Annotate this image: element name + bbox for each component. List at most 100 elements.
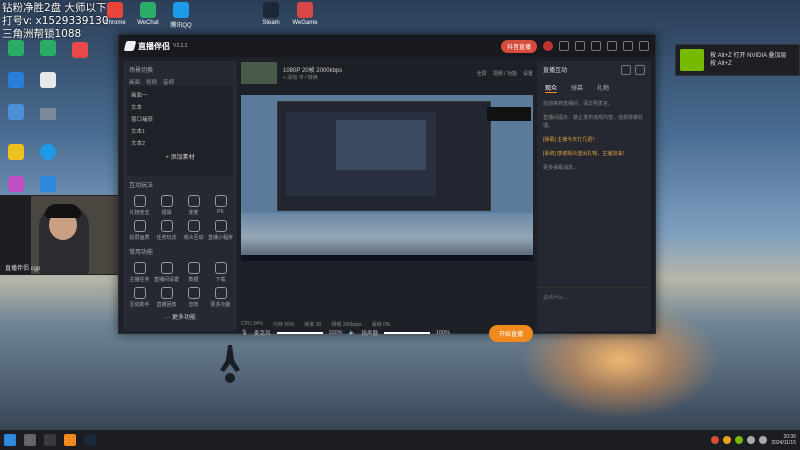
nvidia-notification[interactable]: 按 Alt+Z 打开 NVIDIA 叠加层 按 Alt+Z <box>675 44 800 76</box>
list-item[interactable]: 文本2 <box>131 138 229 150</box>
app-icon[interactable] <box>8 72 24 88</box>
minimize-icon[interactable] <box>607 41 617 51</box>
app-icon[interactable] <box>40 72 56 88</box>
app-icon[interactable] <box>8 104 24 120</box>
help-icon[interactable] <box>591 41 601 51</box>
tray-icon[interactable] <box>723 436 732 444</box>
network-icon[interactable] <box>747 436 756 444</box>
task-view-icon[interactable] <box>44 434 56 446</box>
chat-message: [系统] 感谢观众送出礼物，主播加油！ <box>543 151 628 157</box>
mic-icon[interactable]: 🎙 <box>241 330 248 336</box>
tab-audience[interactable]: 观众 <box>545 83 558 93</box>
app-icon[interactable] <box>72 42 88 58</box>
settings-icon[interactable] <box>575 41 585 51</box>
tool-item[interactable]: 连麦 <box>181 195 206 216</box>
tool-item[interactable]: 福袋 <box>154 195 179 216</box>
volume-icon[interactable] <box>759 436 768 444</box>
add-source-button[interactable]: + 添加素材 <box>131 152 229 161</box>
list-item[interactable]: 画面一 <box>131 90 229 102</box>
desktop-icon-steam[interactable]: Steam <box>256 2 286 26</box>
mic-value: 100% <box>328 330 343 336</box>
record-icon[interactable] <box>711 436 720 444</box>
chat-message: [弹幕] 主播今天打几把？ <box>543 137 598 143</box>
live-preview[interactable] <box>241 95 533 261</box>
tool-item[interactable]: 投屏画质 <box>127 220 152 241</box>
tool-item[interactable]: PK <box>208 195 233 216</box>
desktop-icon-label: WeGame <box>292 20 318 26</box>
tool-item[interactable]: 更多功能 <box>208 287 233 308</box>
desktop-icon-wechat[interactable]: WeChat <box>133 2 163 26</box>
status-cpu: CPU 34% <box>241 321 263 327</box>
tool-item[interactable]: 任务玩法 <box>154 220 179 241</box>
cast-settings-button[interactable]: 设置 <box>523 70 533 77</box>
list-item[interactable]: 文本1 <box>131 126 229 138</box>
tab-image[interactable]: 画面 <box>129 78 140 86</box>
link-icon <box>187 195 200 207</box>
tab-audio[interactable]: 音频 <box>163 78 174 86</box>
live-companion-window: 直播伴侣 V3.2.2 抖音直播 场景切换 画面 视频 音频 画面一 文本 窗口… <box>118 34 656 342</box>
right-panel-header: 直播互动 <box>537 61 651 79</box>
desktop-icon-label: 腾讯QQ <box>170 23 192 29</box>
clock-date: 2024/11/15 <box>771 440 796 446</box>
steam-icon[interactable] <box>84 434 96 446</box>
app-titlebar: 直播伴侣 V3.2.2 抖音直播 <box>119 35 655 57</box>
nvidia-tray-icon[interactable] <box>735 436 744 444</box>
source-tabs: 画面 视频 音频 <box>123 78 237 86</box>
interaction-title: 直播互动 <box>543 68 568 74</box>
start-icon[interactable] <box>4 434 16 446</box>
status-memory: 内存 55% <box>272 322 295 328</box>
list-item[interactable]: 窗口捕获 <box>131 114 229 126</box>
speaker-slider[interactable] <box>383 332 430 334</box>
tool-item[interactable]: 观众互动 <box>181 220 206 241</box>
expand-more-button[interactable]: ··· 更多功能 <box>123 312 237 321</box>
preview-wallpaper <box>241 213 533 261</box>
speaker-icon[interactable]: 🔈 <box>349 330 356 336</box>
settings-icon[interactable] <box>635 65 645 75</box>
tool-item[interactable]: 互动助手 <box>127 287 152 308</box>
avatar[interactable] <box>543 41 553 51</box>
tab-danmu[interactable]: 弹幕 <box>571 83 583 93</box>
wechat-icon[interactable] <box>8 40 24 56</box>
live-companion-icon[interactable] <box>64 434 76 446</box>
qq-icon[interactable] <box>40 144 56 160</box>
close-icon[interactable] <box>639 41 649 51</box>
chrome-icon <box>107 2 123 18</box>
wegame-icon <box>297 2 313 18</box>
maximize-icon[interactable] <box>623 41 633 51</box>
interact-tools: 礼物连击 福袋 连麦 PK 投屏画质 任务玩法 观众互动 直播小程序 <box>123 193 237 243</box>
tool-item[interactable]: 直播间设置 <box>154 262 179 283</box>
fullscreen-button[interactable]: 全屏 <box>477 70 487 77</box>
tab-video[interactable]: 视频 <box>146 78 157 86</box>
app-icon[interactable] <box>8 176 24 192</box>
screen-icon <box>133 220 146 232</box>
replay-icon <box>160 287 173 299</box>
tool-label: 投屏画质 <box>129 235 150 241</box>
video-function-button[interactable]: 视频 / 功能 <box>493 70 517 77</box>
douyin-live-button[interactable]: 抖音直播 <box>500 39 537 53</box>
webcam-feed: 直播伴侣 cgp <box>0 195 122 275</box>
mic-slider[interactable] <box>276 332 323 334</box>
miniapp-icon <box>214 220 227 232</box>
tool-item[interactable]: 礼物连击 <box>127 195 152 216</box>
desktop-icon-wegame[interactable]: WeGame <box>290 2 320 26</box>
app-icon[interactable] <box>40 176 56 192</box>
search-icon[interactable] <box>24 434 36 446</box>
tab-gift[interactable]: 礼物 <box>597 83 609 93</box>
chat-message: 欢迎来到直播间，请文明发言。 <box>543 101 614 107</box>
app-icon[interactable] <box>8 144 24 160</box>
tool-item[interactable]: 数据 <box>181 262 206 283</box>
mail-icon[interactable] <box>559 41 569 51</box>
tool-item[interactable]: 直播回放 <box>154 287 179 308</box>
app-icon[interactable] <box>40 108 56 120</box>
settings-icon <box>160 262 173 274</box>
tool-item[interactable]: 直播小程序 <box>208 220 233 241</box>
tool-item[interactable]: 下载 <box>208 262 233 283</box>
clock[interactable]: 20:35 2024/11/15 <box>771 434 796 446</box>
tool-item[interactable]: 主播任务 <box>127 262 152 283</box>
list-item[interactable]: 文本 <box>131 102 229 114</box>
app-icon[interactable] <box>40 40 56 56</box>
desktop-icon-label: Steam <box>262 20 280 26</box>
refresh-icon[interactable] <box>621 65 631 75</box>
tool-item[interactable]: 音效 <box>181 287 206 308</box>
desktop-icon-qq[interactable]: 腾讯QQ <box>166 2 196 29</box>
